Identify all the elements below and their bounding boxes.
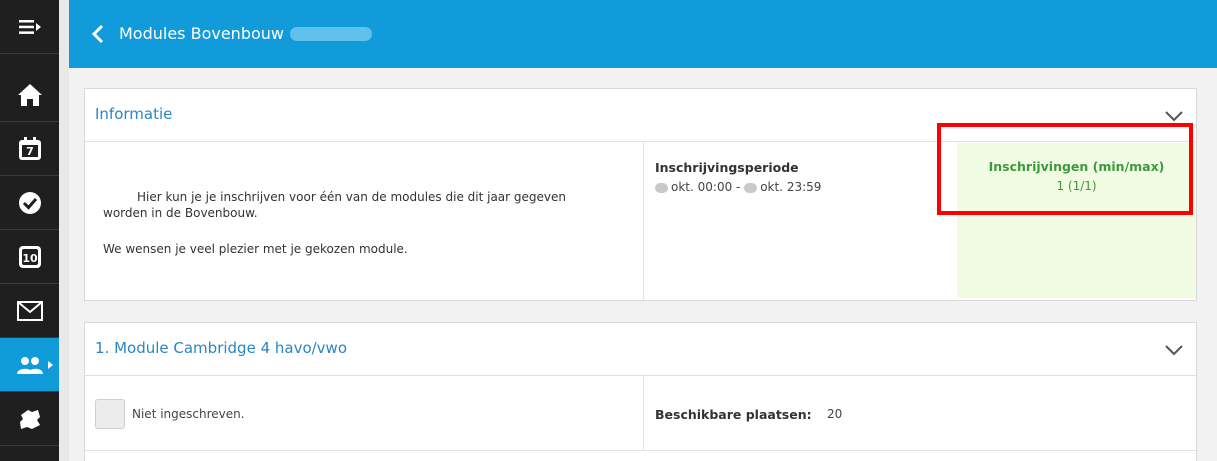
enrollment-status: Niet ingeschreven. xyxy=(132,407,245,421)
redacted-date-start xyxy=(655,182,668,193)
page-title: Modules Bovenbouw xyxy=(119,24,284,43)
mail-icon xyxy=(16,300,43,321)
page-header: Modules Bovenbouw xyxy=(69,0,1217,68)
registration-period-value: okt. 00:00 - okt. 23:59 xyxy=(655,180,821,194)
svg-text:7: 7 xyxy=(26,145,34,158)
info-description-line2: worden in de Bovenbouw. xyxy=(103,206,258,220)
info-description-line1: Hier kun je je inschrijven voor één van … xyxy=(137,190,566,204)
registration-period-label: Inschrijvingsperiode xyxy=(655,160,799,175)
sidebar-item-agenda[interactable]: 7 xyxy=(0,122,59,176)
sidebar: 7 10 xyxy=(0,0,59,461)
row-separator xyxy=(85,450,1196,451)
chevron-right-icon xyxy=(48,360,53,369)
available-seats-label: Beschikbare plaatsen: xyxy=(655,407,812,422)
module-panel-title: 1. Module Cambridge 4 havo/vwo xyxy=(95,339,348,357)
home-icon xyxy=(17,83,43,107)
redacted-date-end xyxy=(744,182,758,193)
back-chevron-icon[interactable] xyxy=(91,24,105,48)
sidebar-item-messages[interactable] xyxy=(0,284,59,338)
chevron-down-icon[interactable] xyxy=(1164,341,1184,360)
enroll-checkbox[interactable] xyxy=(95,399,125,429)
redacted-school-year xyxy=(290,27,372,41)
sidebar-item-home[interactable] xyxy=(0,68,59,122)
calendar-icon: 7 xyxy=(18,136,42,161)
info-description-line3: We wensen je veel plezier met je gekozen… xyxy=(103,242,408,256)
module-panel: 1. Module Cambridge 4 havo/vwo Niet inge… xyxy=(84,322,1197,461)
module-divider xyxy=(643,376,644,450)
svg-text:10: 10 xyxy=(22,252,38,265)
info-divider xyxy=(643,142,644,300)
sidebar-menu-toggle[interactable] xyxy=(0,0,59,54)
available-seats-value: 20 xyxy=(827,407,843,421)
sidebar-gutter xyxy=(59,0,69,461)
info-panel-title: Informatie xyxy=(95,105,173,123)
sidebar-item-grades[interactable]: 10 xyxy=(0,230,59,284)
sidebar-item-groups[interactable] xyxy=(0,338,59,392)
check-circle-icon xyxy=(18,191,42,215)
group-icon xyxy=(16,355,44,375)
grade-10-icon: 10 xyxy=(18,245,42,269)
menu-icon xyxy=(18,19,41,35)
sidebar-item-activities[interactable] xyxy=(0,392,59,446)
sidebar-item-tasks[interactable] xyxy=(0,176,59,230)
module-panel-header[interactable]: 1. Module Cambridge 4 havo/vwo xyxy=(85,323,1196,376)
highlight-annotation-box xyxy=(937,123,1193,215)
puzzle-icon xyxy=(18,407,42,431)
